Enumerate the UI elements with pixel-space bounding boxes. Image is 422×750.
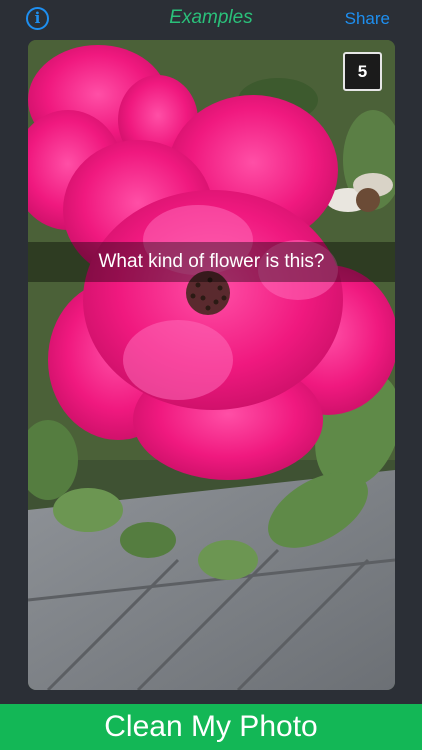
share-button[interactable]: Share — [345, 9, 390, 29]
photo-counter-badge: 5 — [343, 52, 382, 91]
question-caption-bar: What kind of flower is this? — [28, 242, 395, 282]
app-screen: i Examples Share 5 What kind of flower i… — [0, 0, 422, 750]
flower-photo-image — [28, 40, 395, 690]
clean-my-photo-button[interactable]: Clean My Photo — [0, 704, 422, 750]
top-nav-bar: i Examples Share — [0, 0, 422, 38]
question-caption: What kind of flower is this? — [98, 251, 325, 272]
example-photo[interactable]: 5 What kind of flower is this? — [28, 40, 395, 690]
